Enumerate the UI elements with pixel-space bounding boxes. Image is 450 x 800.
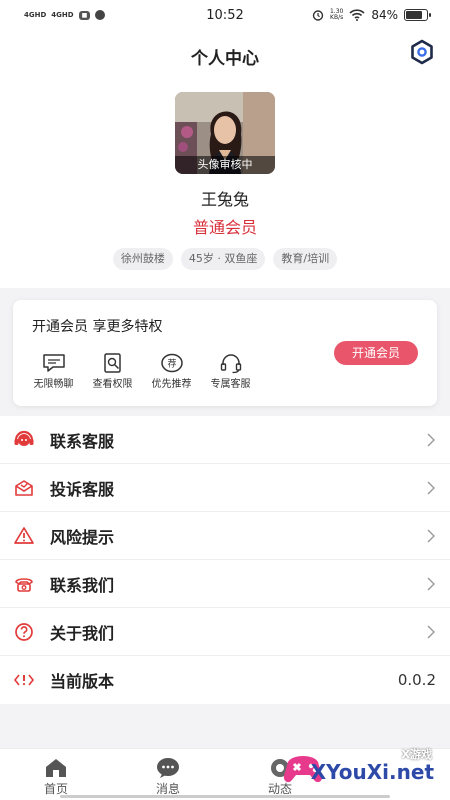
question-icon	[12, 620, 36, 644]
vip-card: 开通会员 享更多特权 无限畅聊 查看权限 荐 优先推荐 专属客服 开通会员	[13, 300, 437, 406]
battery-percent: 84%	[371, 8, 398, 22]
chat-icon	[42, 354, 65, 372]
menu-item-contact-service[interactable]: 联系客服	[0, 416, 450, 464]
message-icon	[157, 758, 179, 778]
menu-label: 联系客服	[50, 431, 115, 451]
headset-icon	[220, 354, 241, 374]
member-level: 普通会员	[192, 218, 257, 237]
home-indicator	[60, 795, 390, 798]
status-bar: 4GHD 4GHD ■ 10:52 1.30 KB/s 84%	[0, 0, 450, 30]
battery-icon	[404, 9, 431, 21]
menu-item-current-version[interactable]: 当前版本 0.0.2	[0, 656, 450, 704]
menu-item-contact-us[interactable]: 联系我们	[0, 560, 450, 608]
site-watermark: X游戏 XYouXi.net	[282, 740, 442, 796]
customer-service-icon	[12, 428, 36, 452]
menu-list: 联系客服 投诉客服 风险提示 联系我们 关于我们 当前版本 0.0.2	[0, 416, 450, 704]
tag-age-zodiac: 45岁 · 双鱼座	[180, 248, 266, 270]
perk-priority-recommend[interactable]: 荐 优先推荐	[147, 352, 196, 390]
watermark-text: XYouXi.net	[310, 760, 434, 784]
chevron-right-icon	[427, 529, 435, 542]
settings-button[interactable]	[408, 38, 436, 66]
recommend-icon: 荐	[160, 353, 183, 373]
perk-label: 无限畅聊	[33, 379, 74, 390]
chevron-right-icon	[427, 625, 435, 638]
tag-occupation: 教育/培训	[273, 248, 338, 270]
battery-fill	[406, 11, 423, 19]
menu-label: 当前版本	[50, 672, 115, 691]
menu-label: 风险提示	[50, 527, 115, 547]
tag-location: 徐州鼓楼	[112, 248, 173, 270]
perk-label: 专属客服	[210, 379, 251, 390]
home-icon	[46, 759, 66, 777]
tab-messages[interactable]: 消息	[112, 749, 224, 800]
perk-unlimited-chat[interactable]: 无限畅聊	[29, 352, 78, 390]
view-permission-icon	[103, 353, 121, 373]
nickname: 王兔兔	[200, 190, 249, 209]
perk-exclusive-service[interactable]: 专属客服	[206, 352, 255, 390]
version-value: 0.0.2	[397, 671, 436, 689]
perk-view-permission[interactable]: 查看权限	[88, 352, 137, 390]
menu-label: 联系我们	[50, 575, 115, 595]
menu-label: 关于我们	[50, 623, 115, 643]
open-vip-button[interactable]: 开通会员	[334, 341, 418, 365]
chevron-right-icon	[427, 577, 435, 590]
menu-label: 投诉客服	[50, 479, 115, 499]
menu-item-about-us[interactable]: 关于我们	[0, 608, 450, 656]
menu-item-risk-warning[interactable]: 风险提示	[0, 512, 450, 560]
chevron-right-icon	[427, 481, 435, 494]
page-title: 个人中心	[191, 49, 259, 69]
perk-label: 查看权限	[92, 379, 133, 390]
profile-tags: 徐州鼓楼 45岁 · 双鱼座 教育/培训	[0, 248, 450, 270]
vip-title: 开通会员 享更多特权	[32, 319, 163, 335]
net-speed: 1.30 KB/s	[329, 8, 344, 21]
avatar[interactable]: 头像审核中	[175, 92, 275, 174]
avatar-review-badge: 头像审核中	[175, 156, 275, 174]
phone-icon	[12, 572, 36, 596]
perk-label: 优先推荐	[151, 379, 192, 390]
vip-perks: 无限畅聊 查看权限 荐 优先推荐 专属客服	[29, 352, 255, 390]
chevron-right-icon	[427, 433, 435, 446]
wifi-icon	[349, 9, 365, 21]
profile-section: 个人中心 头像审核中 王兔兔 普通会员 徐州鼓楼 45岁 · 双鱼座 教育/培训	[0, 30, 450, 288]
svg-text:荐: 荐	[167, 359, 176, 370]
hexagon-gear-icon	[411, 39, 433, 65]
warning-icon	[12, 524, 36, 548]
complaint-icon	[12, 476, 36, 500]
alarm-icon	[312, 10, 324, 21]
tab-home[interactable]: 首页	[0, 749, 112, 800]
version-icon	[12, 668, 36, 692]
status-bar-right: 1.30 KB/s 84%	[312, 8, 431, 22]
menu-item-complaint[interactable]: 投诉客服	[0, 464, 450, 512]
